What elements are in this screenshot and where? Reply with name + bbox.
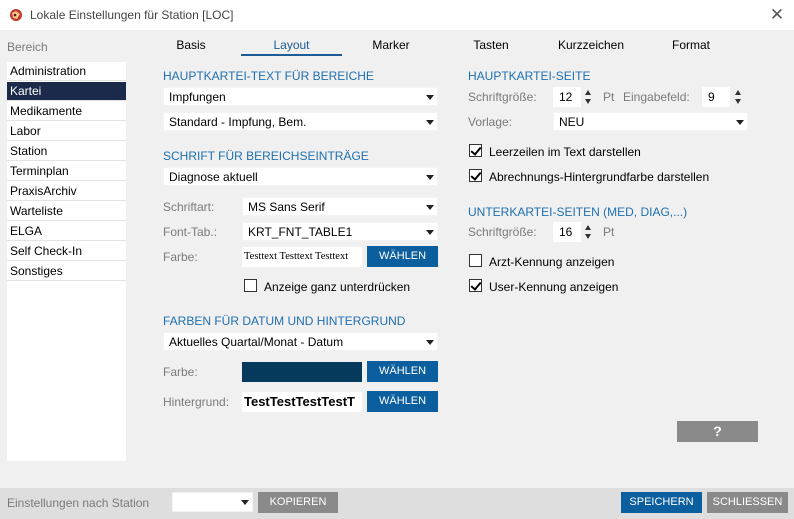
- spin-down-icon: [735, 99, 741, 104]
- dropdown-value: NEU: [559, 115, 585, 129]
- chevron-down-icon: [426, 230, 434, 235]
- tab-tasten[interactable]: Tasten: [450, 38, 532, 56]
- billing-background-label: Abrechnungs-Hintergrundfarbe darstellen: [489, 170, 710, 184]
- chevron-down-icon: [426, 95, 434, 100]
- section-title-hauptkartei-seite: HAUPTKARTEI-SEITE: [468, 69, 591, 83]
- chevron-down-icon: [241, 500, 249, 505]
- sidebar-item-labor[interactable]: Labor: [7, 122, 126, 141]
- copy-button[interactable]: KOPIEREN: [258, 492, 338, 513]
- text-template-dropdown[interactable]: Standard - Impfung, Bem.: [163, 112, 438, 131]
- suppress-display-label: Anzeige ganz unterdrücken: [264, 280, 411, 294]
- font-tab-dropdown[interactable]: KRT_FNT_TABLE1: [242, 222, 438, 241]
- user-id-label: User-Kennung anzeigen: [489, 280, 619, 294]
- font-size-input[interactable]: 12: [553, 87, 581, 107]
- sidebar-item-sonstiges[interactable]: Sonstiges: [7, 262, 126, 281]
- schriftgroesse-label: Schriftgröße:: [468, 90, 537, 104]
- sidebar: Administration Kartei Medikamente Labor …: [7, 62, 126, 461]
- dropdown-value: Aktuelles Quartal/Monat - Datum: [169, 335, 344, 349]
- farbe-label: Farbe:: [163, 250, 198, 264]
- chevron-down-icon: [426, 340, 434, 345]
- input-field-size-input[interactable]: 9: [702, 87, 730, 107]
- unit-pt: Pt: [603, 90, 615, 104]
- tab-marker[interactable]: Marker: [350, 38, 432, 56]
- background-color-preview: TestTestTestTestT: [242, 392, 362, 412]
- tab-format[interactable]: Format: [650, 38, 732, 56]
- sidebar-item-administration[interactable]: Administration: [7, 62, 126, 81]
- schriftgroesse-label-2: Schriftgröße:: [468, 225, 537, 239]
- help-button[interactable]: ?: [677, 421, 758, 442]
- suppress-display-checkbox[interactable]: [244, 279, 257, 292]
- section-title-farben: FARBEN FÜR DATUM UND HINTERGRUND: [163, 314, 406, 328]
- farbe-label-2: Farbe:: [163, 365, 198, 379]
- chevron-down-icon: [736, 120, 744, 125]
- window-title: Lokale Einstellungen für Station [LOC]: [30, 8, 234, 22]
- sidebar-item-praxisarchiv[interactable]: PraxisArchiv: [7, 182, 126, 201]
- section-title-schrift: SCHRIFT FÜR BEREICHSEINTRÄGE: [163, 149, 369, 163]
- chevron-down-icon: [426, 205, 434, 210]
- dropdown-value: Impfungen: [169, 90, 226, 104]
- sidebar-item-terminplan[interactable]: Terminplan: [7, 162, 126, 181]
- billing-background-checkbox[interactable]: [469, 169, 482, 182]
- close-icon[interactable]: ✕: [764, 5, 790, 25]
- schriftart-label: Schriftart:: [163, 200, 215, 214]
- empty-lines-checkbox[interactable]: [469, 144, 482, 157]
- date-color-swatch: [242, 362, 362, 382]
- doctor-id-label: Arzt-Kennung anzeigen: [489, 255, 615, 269]
- section-title-hauptkartei-text: HAUPTKARTEI-TEXT FÜR BEREICHE: [163, 69, 374, 83]
- spin-up-icon: [735, 90, 741, 95]
- chevron-down-icon: [426, 120, 434, 125]
- spin-down-icon: [585, 234, 591, 239]
- dropdown-value: MS Sans Serif: [248, 200, 325, 214]
- spin-up-icon: [585, 90, 591, 95]
- station-dropdown[interactable]: [172, 492, 253, 512]
- choose-font-color-button[interactable]: WÄHLEN: [367, 246, 438, 267]
- sub-font-size-input[interactable]: 16: [553, 222, 581, 242]
- dropdown-value: KRT_FNT_TABLE1: [248, 225, 353, 239]
- sidebar-header: Bereich: [7, 40, 48, 54]
- app-logo-icon: [10, 9, 22, 21]
- sidebar-item-self-check-in[interactable]: Self Check-In: [7, 242, 126, 261]
- hintergrund-label: Hintergrund:: [163, 395, 230, 409]
- empty-lines-label: Leerzeilen im Text darstellen: [489, 145, 641, 159]
- eingabefeld-label: Eingabefeld:: [623, 90, 690, 104]
- save-button[interactable]: SPEICHERN: [621, 492, 702, 513]
- sidebar-item-elga[interactable]: ELGA: [7, 222, 126, 241]
- sidebar-item-station[interactable]: Station: [7, 142, 126, 161]
- doctor-id-checkbox[interactable]: [469, 254, 482, 267]
- input-field-size-stepper[interactable]: [735, 89, 743, 105]
- sidebar-item-kartei[interactable]: Kartei: [7, 82, 126, 101]
- chevron-down-icon: [426, 175, 434, 180]
- vorlage-label: Vorlage:: [468, 115, 513, 129]
- tab-basis[interactable]: Basis: [150, 38, 232, 56]
- choose-background-color-button[interactable]: WÄHLEN: [367, 391, 438, 412]
- user-id-checkbox[interactable]: [469, 279, 482, 292]
- font-size-stepper[interactable]: [585, 89, 593, 105]
- font-color-preview: Testtext Testtext Testtext: [242, 247, 362, 267]
- unit-pt-2: Pt: [603, 225, 615, 239]
- sub-font-size-stepper[interactable]: [585, 224, 593, 240]
- choose-date-color-button[interactable]: WÄHLEN: [367, 361, 438, 382]
- datum-color-dropdown[interactable]: Aktuelles Quartal/Monat - Datum: [163, 332, 438, 351]
- schriftart-dropdown[interactable]: MS Sans Serif: [242, 197, 438, 216]
- sidebar-item-warteliste[interactable]: Warteliste: [7, 202, 126, 221]
- station-settings-label: Einstellungen nach Station: [7, 496, 150, 510]
- bereichseintrag-dropdown[interactable]: Diagnose aktuell: [163, 167, 438, 186]
- bereich-dropdown[interactable]: Impfungen: [163, 87, 438, 106]
- close-button[interactable]: SCHLIESSEN: [707, 492, 788, 513]
- tab-kurzzeichen[interactable]: Kurzzeichen: [548, 38, 634, 56]
- dropdown-value: Standard - Impfung, Bem.: [169, 115, 307, 129]
- spin-down-icon: [585, 99, 591, 104]
- tab-layout[interactable]: Layout: [241, 38, 342, 56]
- sidebar-item-medikamente[interactable]: Medikamente: [7, 102, 126, 121]
- spin-up-icon: [585, 225, 591, 230]
- vorlage-dropdown[interactable]: NEU: [553, 112, 748, 131]
- font-tab-label: Font-Tab.:: [163, 225, 218, 239]
- section-title-unterkartei: UNTERKARTEI-SEITEN (MED, DIAG,...): [468, 205, 688, 219]
- dropdown-value: Diagnose aktuell: [169, 170, 258, 184]
